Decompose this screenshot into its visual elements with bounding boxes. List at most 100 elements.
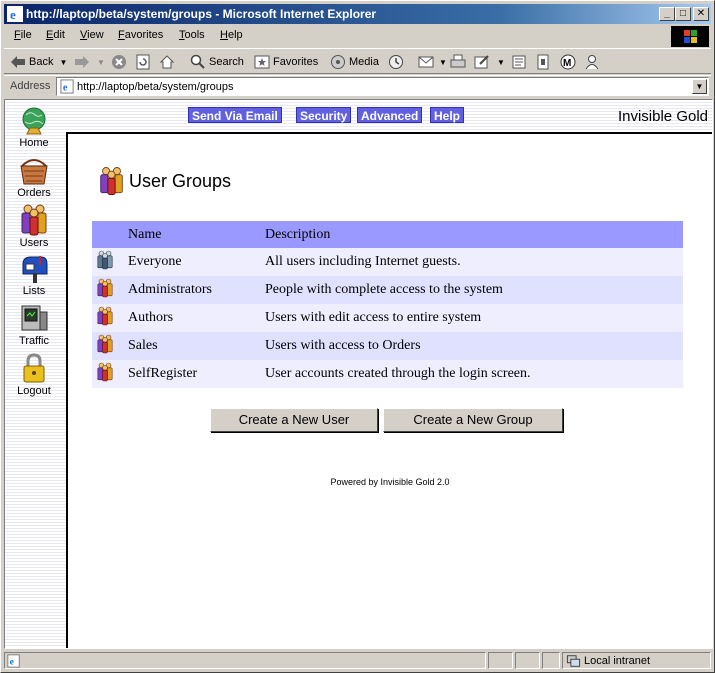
menu-edit[interactable]: Edit — [46, 29, 65, 41]
address-field[interactable]: e ▼ — [56, 77, 709, 96]
group-people-icon — [97, 250, 113, 269]
print-button[interactable] — [450, 53, 469, 71]
table-row[interactable]: Authors Users with edit access to entire… — [92, 304, 683, 332]
group-name-link[interactable]: Everyone — [128, 248, 265, 276]
research-button[interactable]: M — [559, 53, 580, 71]
research-icon: M — [560, 54, 576, 70]
history-button[interactable] — [388, 53, 407, 71]
favorites-label: Favorites — [273, 56, 319, 68]
sidebar-label-orders: Orders — [17, 187, 51, 199]
address-dropdown-button[interactable]: ▼ — [692, 79, 707, 94]
advanced-button[interactable]: Advanced — [357, 107, 423, 123]
mail-dropdown-icon[interactable]: ▼ — [439, 58, 447, 67]
page-viewport: Home Orders Users Lists Traffic Logout S… — [4, 99, 713, 649]
table-header-row: Name Description — [92, 221, 683, 248]
window-title: http://laptop/beta/system/groups - Micro… — [26, 7, 377, 21]
group-people-icon — [97, 306, 113, 325]
search-icon — [190, 54, 205, 69]
discuss-icon — [512, 55, 526, 69]
menu-tools-label: ools — [184, 29, 205, 41]
security-button[interactable]: Security — [296, 107, 352, 123]
sidebar-label-lists: Lists — [22, 285, 46, 297]
sidebar-item-lists[interactable]: Lists — [5, 254, 63, 297]
status-zone-cell: Local intranet — [562, 652, 711, 669]
refresh-button[interactable] — [135, 53, 154, 71]
globe-icon — [22, 107, 46, 135]
menu-bar: File Edit View Favorites Tools Help — [4, 26, 669, 46]
menu-tools[interactable]: Tools — [179, 29, 205, 41]
sidebar-item-home[interactable]: Home — [5, 106, 63, 149]
group-description: People with complete access to the syste… — [265, 276, 683, 304]
group-name-link[interactable]: Sales — [128, 332, 265, 360]
page-heading: User Groups — [98, 166, 231, 196]
column-header-name: Name — [128, 221, 265, 248]
menu-favorites-accel: F — [118, 29, 125, 41]
favorites-star-icon — [254, 55, 270, 69]
create-new-user-button[interactable]: Create a New User — [210, 408, 378, 432]
home-icon — [159, 55, 175, 69]
menu-file[interactable]: File — [14, 29, 32, 41]
menu-view[interactable]: View — [80, 29, 104, 41]
sidebar-item-orders[interactable]: Orders — [5, 154, 63, 199]
intranet-zone-icon — [566, 655, 581, 667]
menu-favorites[interactable]: Favorites — [118, 29, 163, 41]
status-cell-misc — [542, 652, 560, 669]
close-button[interactable]: ✕ — [693, 7, 709, 21]
minimize-button[interactable]: _ — [659, 7, 675, 21]
media-button[interactable]: Media — [330, 53, 379, 71]
menu-view-label: iew — [87, 29, 104, 41]
table-row[interactable]: Everyone All users including Internet gu… — [92, 248, 683, 276]
forward-button[interactable]: ▼ — [74, 53, 105, 71]
discuss-button[interactable] — [511, 53, 530, 71]
status-cell-secure — [515, 652, 540, 669]
table-row[interactable]: Sales Users with access to Orders — [92, 332, 683, 360]
padlock-icon — [23, 353, 45, 383]
favorites-button[interactable]: Favorites — [254, 53, 318, 71]
create-new-group-button[interactable]: Create a New Group — [383, 408, 563, 432]
users-group-icon — [21, 204, 47, 236]
sidebar-item-traffic[interactable]: Traffic — [5, 304, 63, 347]
edit-button[interactable]: ▼ — [474, 53, 505, 71]
forward-dropdown-icon[interactable]: ▼ — [97, 58, 105, 67]
address-input[interactable] — [77, 79, 687, 94]
page-title: User Groups — [129, 170, 232, 191]
sidebar-item-logout[interactable]: Logout — [5, 352, 63, 397]
windows-flag-icon — [671, 26, 709, 47]
back-arrow-icon — [11, 56, 25, 68]
user-groups-icon — [100, 167, 123, 195]
group-description: Users with edit access to entire system — [265, 304, 683, 332]
home-button[interactable] — [159, 53, 178, 71]
back-dropdown-icon[interactable]: ▼ — [59, 58, 67, 67]
svg-text:e: e — [10, 7, 16, 22]
status-bar: e Local intranet — [4, 651, 711, 670]
table-row[interactable]: SelfRegister User accounts created throu… — [92, 360, 683, 388]
document-icon — [537, 54, 549, 70]
title-bar[interactable]: e http://laptop/beta/system/groups - Mic… — [4, 4, 711, 24]
back-button[interactable]: Back ▼ — [10, 53, 67, 71]
table-row[interactable]: Administrators People with complete acce… — [92, 276, 683, 304]
search-button[interactable]: Search — [190, 53, 244, 71]
group-name-link[interactable]: Authors — [128, 304, 265, 332]
status-cell-progress — [488, 652, 513, 669]
edit-dropdown-icon[interactable]: ▼ — [497, 58, 505, 67]
contacts-button[interactable] — [584, 53, 603, 71]
maximize-button[interactable]: □ — [675, 7, 691, 21]
refresh-icon — [136, 54, 150, 70]
menu-help[interactable]: Help — [220, 29, 243, 41]
messenger-button[interactable] — [535, 53, 554, 71]
group-people-icon — [97, 362, 113, 381]
mail-button[interactable]: ▼ — [418, 53, 447, 71]
sidebar-label-home: Home — [19, 137, 49, 149]
group-name-link[interactable]: Administrators — [128, 276, 265, 304]
help-button[interactable]: Help — [430, 107, 465, 123]
person-icon — [585, 55, 599, 70]
back-label: Back — [29, 56, 54, 68]
group-name-link[interactable]: SelfRegister — [128, 360, 265, 388]
page-ie-icon: e — [60, 79, 74, 94]
browser-window: e http://laptop/beta/system/groups - Mic… — [0, 0, 715, 673]
sidebar-item-users[interactable]: Users — [5, 204, 63, 249]
brand-name: Invisible Gold — [617, 108, 708, 125]
send-via-email-button[interactable]: Send Via Email — [188, 107, 282, 123]
stop-button[interactable] — [111, 53, 130, 71]
menu-favorites-label: avorites — [124, 29, 164, 41]
